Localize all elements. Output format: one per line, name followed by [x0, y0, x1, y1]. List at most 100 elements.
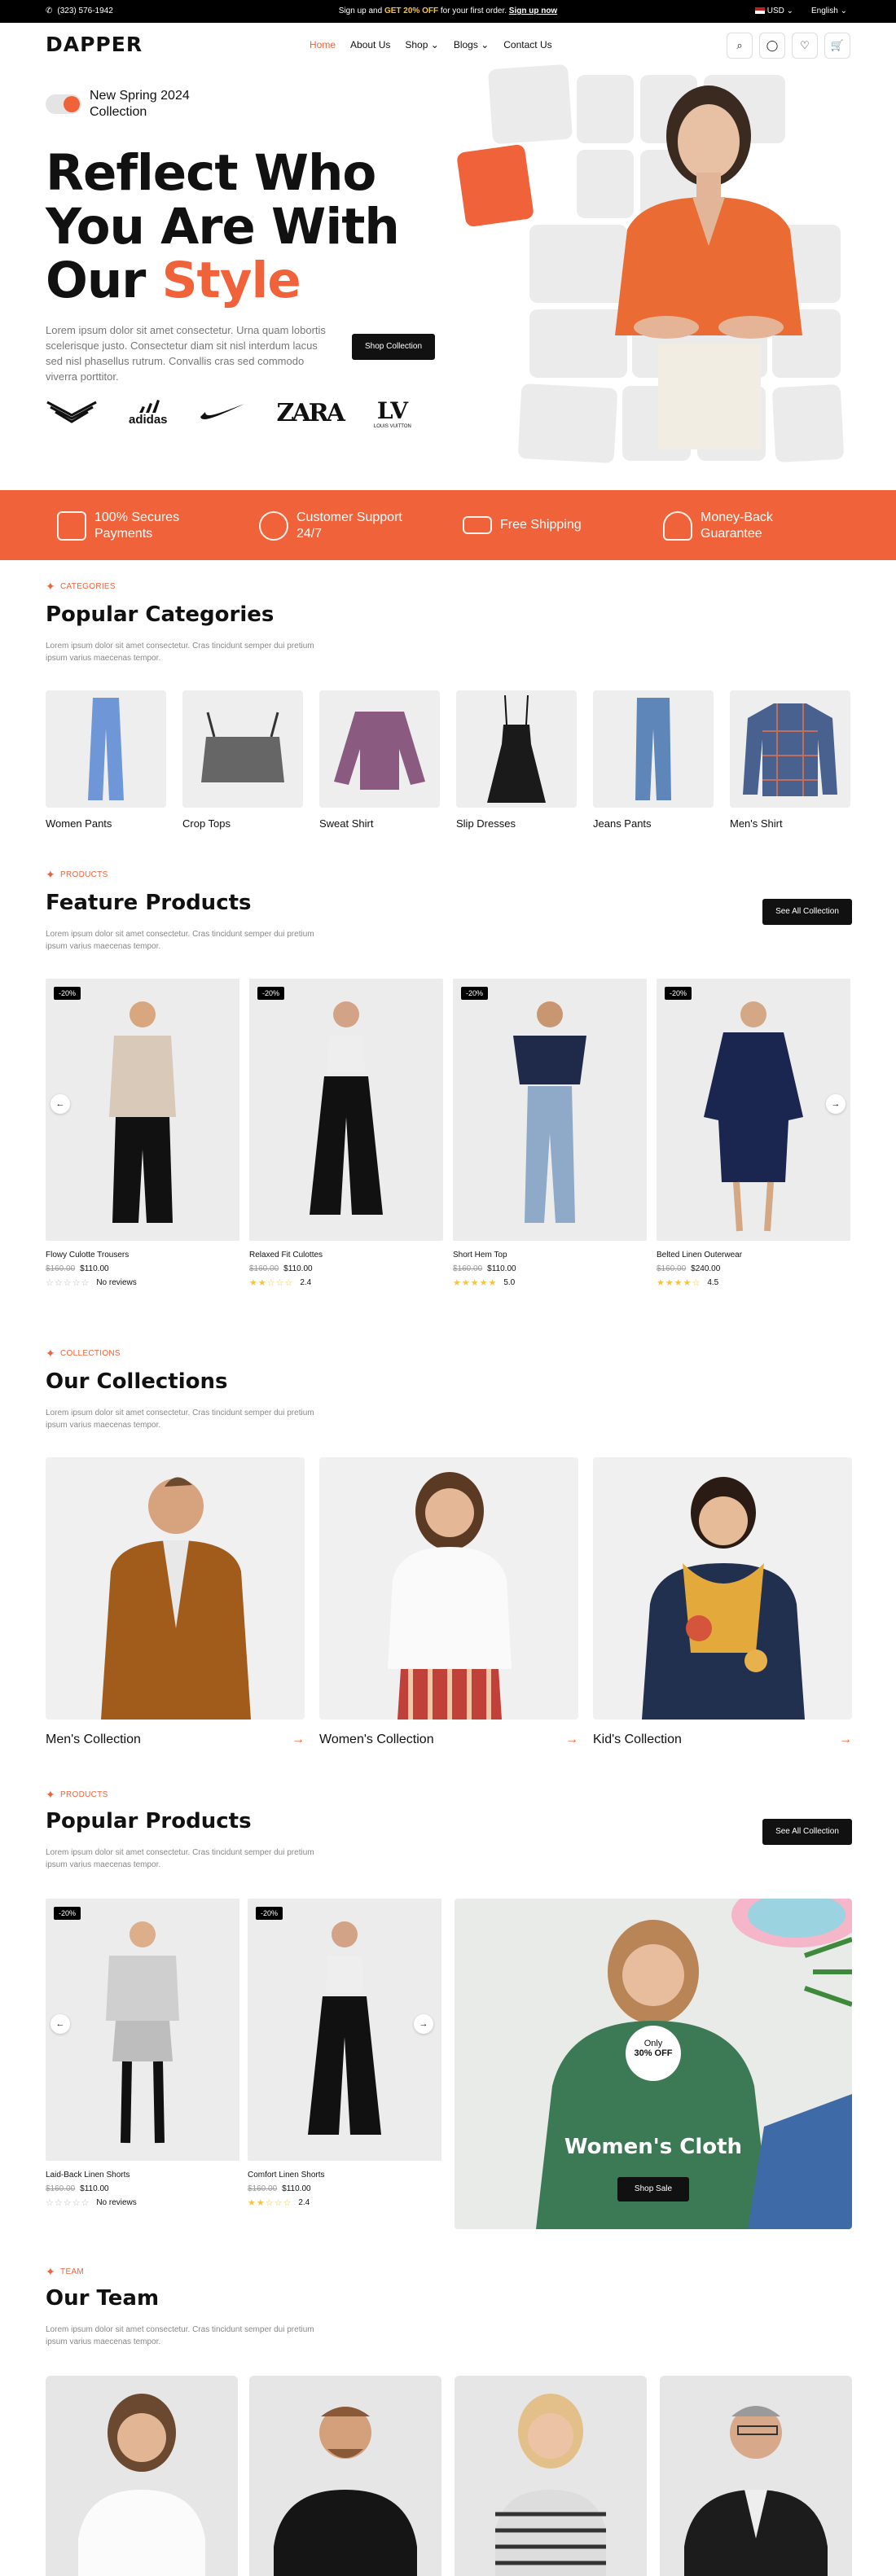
- category-card[interactable]: Women Pants: [46, 690, 166, 830]
- product-rating: ☆☆☆☆☆ No reviews: [46, 2197, 239, 2208]
- category-card[interactable]: Jeans Pants: [593, 690, 714, 830]
- collection-label: Kid's Collection: [593, 1733, 682, 1746]
- product-card[interactable]: -20% Laid-Back Linen Shorts $160.00 $110.…: [46, 1899, 239, 2208]
- language-label: English: [811, 7, 838, 15]
- team-member-card[interactable]: [455, 2376, 647, 2576]
- section-title: Feature Products: [46, 891, 252, 915]
- discount-badge: -20%: [54, 1907, 81, 1920]
- promo-text: Sign up and: [338, 7, 384, 15]
- product-image: -20%: [46, 1899, 239, 2161]
- nav-about[interactable]: About Us: [350, 39, 390, 50]
- section-tag: ✦ PRODUCTS: [46, 1788, 108, 1802]
- wishlist-button[interactable]: ♡: [792, 33, 818, 59]
- hero-title-accent: Style: [161, 252, 301, 309]
- product-image: -20%: [453, 979, 647, 1241]
- category-card[interactable]: Slip Dresses: [456, 690, 577, 830]
- nav-shop[interactable]: Shop ⌄: [405, 39, 438, 50]
- current-price: $110.00: [282, 2184, 311, 2193]
- product-card[interactable]: -20% Flowy Culotte Trousers $160.00 $110.…: [46, 979, 239, 1288]
- collection-image: [593, 1457, 852, 1720]
- rating-value: No reviews: [96, 1278, 137, 1287]
- section-tag-label: PRODUCTS: [60, 1790, 108, 1799]
- section-tag: ✦ COLLECTIONS: [46, 1347, 121, 1360]
- category-label: Women Pants: [46, 817, 112, 830]
- language-select[interactable]: English ⌄: [811, 7, 847, 15]
- rating-value: 2.4: [300, 1278, 312, 1287]
- collection-card[interactable]: Men's Collection →: [46, 1457, 305, 1747]
- nav-home[interactable]: Home: [310, 39, 336, 50]
- product-card[interactable]: -20% Belted Linen Outerwear $160.00 $240.…: [657, 979, 850, 1288]
- product-name: Comfort Linen Shorts: [248, 2171, 325, 2180]
- nike-logo: [199, 401, 246, 427]
- see-all-collection-button[interactable]: See All Collection: [762, 899, 852, 925]
- arrow-right-icon[interactable]: →: [292, 1733, 305, 1747]
- see-all-collection-button[interactable]: See All Collection: [762, 1819, 852, 1845]
- product-rating: ★★★★☆ 4.5: [657, 1277, 850, 1288]
- carousel-prev-button[interactable]: ←: [51, 1094, 70, 1114]
- carousel-next-button[interactable]: →: [414, 2014, 433, 2034]
- us-flag-icon: [754, 7, 765, 15]
- armani-logo: [46, 399, 98, 428]
- truck-icon: [463, 516, 492, 534]
- rating-stars: ★★★★★: [453, 1278, 498, 1288]
- account-button[interactable]: ◯: [759, 33, 785, 59]
- search-button[interactable]: ⌕: [727, 33, 753, 59]
- current-price: $110.00: [283, 1264, 313, 1273]
- arrow-right-icon[interactable]: →: [839, 1733, 852, 1747]
- section-tag-label: CATEGORIES: [60, 582, 116, 591]
- discount-badge: -20%: [54, 987, 81, 1000]
- shop-sale-button[interactable]: Shop Sale: [617, 2177, 689, 2201]
- section-title: Popular Categories: [46, 602, 275, 627]
- current-price: $110.00: [80, 2184, 109, 2193]
- feature-secure-payments: 100% Secures Payments: [57, 510, 192, 542]
- rating-value: 4.5: [707, 1278, 719, 1287]
- product-name: Short Hem Top: [453, 1251, 507, 1260]
- hero-image-grid: [487, 64, 855, 466]
- category-card[interactable]: Crop Tops: [182, 690, 303, 830]
- carousel-prev-button[interactable]: ←: [51, 2014, 70, 2034]
- category-image: [182, 690, 303, 808]
- cart-icon: 🛒: [830, 39, 845, 51]
- team-member-card[interactable]: [249, 2376, 441, 2576]
- grid-tile: [487, 64, 573, 145]
- collection-card[interactable]: Kid's Collection →: [593, 1457, 852, 1747]
- arrow-right-icon: →: [419, 2019, 428, 2029]
- collection-image: [319, 1457, 578, 1720]
- team-member-photo: [78, 2394, 205, 2576]
- category-image: [730, 690, 850, 808]
- arrow-right-icon[interactable]: →: [565, 1733, 578, 1747]
- feature-guarantee: Money-Back Guarantee: [663, 510, 790, 542]
- currency-select[interactable]: USD ⌄: [754, 7, 793, 15]
- hero-title-line3: Our Style: [46, 254, 437, 308]
- category-card[interactable]: Men's Shirt: [730, 690, 850, 830]
- heart-icon: ♡: [800, 39, 810, 51]
- zara-logo: ZARA: [276, 399, 345, 427]
- product-card[interactable]: -20% Relaxed Fit Culottes $160.00 $110.00…: [249, 979, 443, 1288]
- section-description: Lorem ipsum dolor sit amet consectetur. …: [46, 642, 314, 663]
- headset-icon: [259, 511, 288, 541]
- promo-banner[interactable]: Only 30% OFF Women's Cloth Shop Sale: [455, 1899, 852, 2229]
- lv-logo: LV LOUIS VUITTON: [373, 397, 411, 429]
- carousel-next-button[interactable]: →: [826, 1094, 845, 1114]
- section-description: Lorem ipsum dolor sit amet consectetur. …: [46, 2325, 314, 2346]
- hero-model-image: [615, 85, 802, 449]
- product-image: -20%: [46, 979, 239, 1241]
- product-card[interactable]: -20% Comfort Linen Shorts $160.00 $110.00…: [248, 1899, 441, 2208]
- section-title: Popular Products: [46, 1809, 252, 1833]
- chevron-down-icon: ⌄: [430, 39, 439, 50]
- collection-card[interactable]: Women's Collection →: [319, 1457, 578, 1747]
- nav-blogs[interactable]: Blogs ⌄: [454, 39, 489, 50]
- team-member-card[interactable]: [46, 2376, 238, 2576]
- product-card[interactable]: -20% Short Hem Top $160.00 $110.00 ★★★★★ 5…: [453, 979, 647, 1288]
- logo[interactable]: DAPPER: [46, 33, 143, 56]
- signup-link[interactable]: Sign up now: [509, 7, 557, 15]
- lv-text: LOUIS VUITTON: [373, 424, 411, 429]
- category-card[interactable]: Sweat Shirt: [319, 690, 440, 830]
- category-image: [46, 690, 166, 808]
- arrow-left-icon: ←: [55, 2019, 65, 2029]
- nav-contact[interactable]: Contact Us: [503, 39, 551, 50]
- discount-badge: -20%: [665, 987, 692, 1000]
- team-member-card[interactable]: [660, 2376, 852, 2576]
- shop-collection-button[interactable]: Shop Collection: [352, 334, 435, 360]
- cart-button[interactable]: 🛒: [824, 33, 850, 59]
